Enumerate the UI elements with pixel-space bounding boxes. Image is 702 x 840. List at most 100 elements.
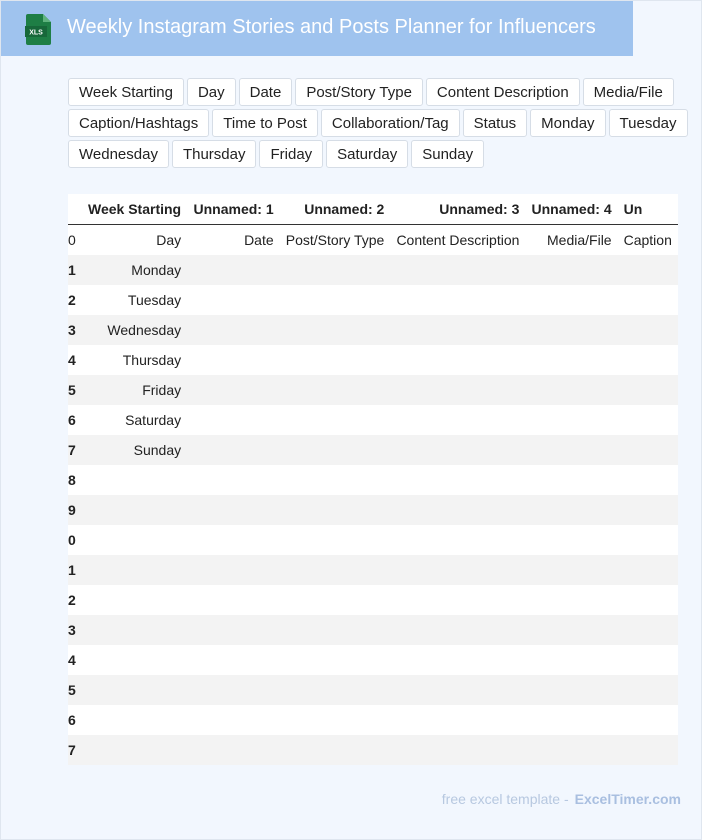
day-cell[interactable]	[81, 495, 188, 525]
table-cell[interactable]	[390, 435, 526, 465]
table-cell[interactable]	[390, 495, 526, 525]
table-cell[interactable]	[390, 375, 526, 405]
table-row[interactable]: 6 Saturday	[68, 405, 678, 435]
table-cell[interactable]	[187, 705, 280, 735]
column-header[interactable]: Week Starting	[81, 194, 188, 225]
table-row[interactable]: 9	[68, 495, 678, 525]
table-cell[interactable]	[279, 555, 391, 585]
table-cell[interactable]	[390, 555, 526, 585]
table-row[interactable]: 3	[68, 615, 678, 645]
column-chip[interactable]: Media/File	[582, 78, 674, 106]
data-table-container[interactable]: Week Starting Unnamed: 1 Unnamed: 2 Unnamed…	[68, 194, 678, 765]
column-chip[interactable]: Thursday	[171, 140, 257, 168]
table-cell[interactable]	[279, 525, 391, 555]
table-row[interactable]: 7 Sunday	[68, 435, 678, 465]
table-cell[interactable]	[617, 375, 678, 405]
table-cell[interactable]	[525, 645, 618, 675]
table-row[interactable]: 5 Friday	[68, 375, 678, 405]
column-chip[interactable]: Day	[186, 78, 236, 106]
table-cell[interactable]	[187, 495, 280, 525]
table-row[interactable]: 4	[68, 645, 678, 675]
table-cell[interactable]	[187, 615, 280, 645]
day-cell[interactable]	[81, 705, 188, 735]
footer-brand-link[interactable]: ExcelTimer.com	[575, 791, 681, 807]
table-cell[interactable]	[617, 495, 678, 525]
table-cell[interactable]	[617, 255, 678, 285]
table-cell[interactable]	[617, 345, 678, 375]
table-row[interactable]: 0	[68, 525, 678, 555]
table-cell[interactable]	[390, 315, 526, 345]
column-chip[interactable]: Friday	[259, 140, 324, 168]
column-chip[interactable]: Caption/Hashtags	[68, 109, 210, 137]
table-cell[interactable]	[390, 405, 526, 435]
table-cell[interactable]	[187, 435, 280, 465]
table-cell[interactable]	[525, 405, 618, 435]
table-cell[interactable]	[525, 465, 618, 495]
table-cell[interactable]	[279, 285, 391, 315]
table-cell[interactable]	[187, 345, 280, 375]
column-chip[interactable]: Wednesday	[68, 140, 169, 168]
table-row[interactable]: 1 Monday	[68, 255, 678, 285]
column-chip[interactable]: Post/Story Type	[295, 78, 423, 106]
table-cell[interactable]	[525, 435, 618, 465]
table-cell[interactable]	[525, 285, 618, 315]
table-cell[interactable]	[525, 735, 618, 765]
day-cell[interactable]	[81, 585, 188, 615]
table-cell[interactable]	[279, 495, 391, 525]
table-cell[interactable]	[617, 555, 678, 585]
column-header[interactable]: Unnamed: 4	[525, 194, 618, 225]
column-header[interactable]: Unnamed: 2	[279, 194, 391, 225]
table-cell[interactable]	[617, 525, 678, 555]
table-cell[interactable]	[617, 645, 678, 675]
table-cell[interactable]	[390, 675, 526, 705]
table-cell[interactable]	[390, 705, 526, 735]
column-chip[interactable]: Content Description	[425, 78, 580, 106]
table-cell[interactable]	[525, 675, 618, 705]
day-cell[interactable]	[81, 675, 188, 705]
table-cell[interactable]	[279, 675, 391, 705]
table-cell[interactable]	[617, 315, 678, 345]
day-cell[interactable]	[81, 465, 188, 495]
table-cell[interactable]	[390, 645, 526, 675]
day-cell[interactable]	[81, 555, 188, 585]
day-cell[interactable]: Monday	[81, 255, 188, 285]
column-chip[interactable]: Collaboration/Tag	[320, 109, 460, 137]
table-cell[interactable]	[279, 405, 391, 435]
day-cell[interactable]: Wednesday	[81, 315, 188, 345]
day-cell[interactable]: Friday	[81, 375, 188, 405]
table-cell[interactable]	[390, 345, 526, 375]
table-cell[interactable]	[279, 585, 391, 615]
table-cell[interactable]	[187, 735, 280, 765]
column-chip[interactable]: Status	[462, 109, 528, 137]
table-cell[interactable]	[617, 675, 678, 705]
table-cell[interactable]	[187, 285, 280, 315]
table-cell[interactable]	[390, 585, 526, 615]
table-cell[interactable]	[187, 255, 280, 285]
table-cell[interactable]	[279, 375, 391, 405]
table-cell[interactable]	[279, 255, 391, 285]
table-row[interactable]: 1	[68, 555, 678, 585]
table-cell[interactable]	[525, 495, 618, 525]
table-cell[interactable]	[279, 435, 391, 465]
table-cell[interactable]	[525, 345, 618, 375]
table-cell[interactable]	[617, 735, 678, 765]
table-cell[interactable]	[187, 465, 280, 495]
table-cell[interactable]	[617, 465, 678, 495]
table-cell[interactable]	[525, 525, 618, 555]
table-row[interactable]: 5	[68, 675, 678, 705]
table-cell[interactable]	[525, 705, 618, 735]
day-cell[interactable]: Thursday	[81, 345, 188, 375]
column-chip[interactable]: Date	[238, 78, 293, 106]
table-cell[interactable]	[279, 735, 391, 765]
table-cell[interactable]	[525, 315, 618, 345]
table-cell[interactable]	[525, 255, 618, 285]
table-cell[interactable]	[187, 375, 280, 405]
column-header[interactable]: Unnamed: 1	[187, 194, 280, 225]
table-cell[interactable]	[617, 705, 678, 735]
table-cell[interactable]	[617, 615, 678, 645]
table-cell[interactable]	[390, 465, 526, 495]
column-chip[interactable]: Monday	[530, 109, 606, 137]
column-chip[interactable]: Tuesday	[608, 109, 688, 137]
table-row[interactable]: 2 Tuesday	[68, 285, 678, 315]
day-cell[interactable]: Saturday	[81, 405, 188, 435]
